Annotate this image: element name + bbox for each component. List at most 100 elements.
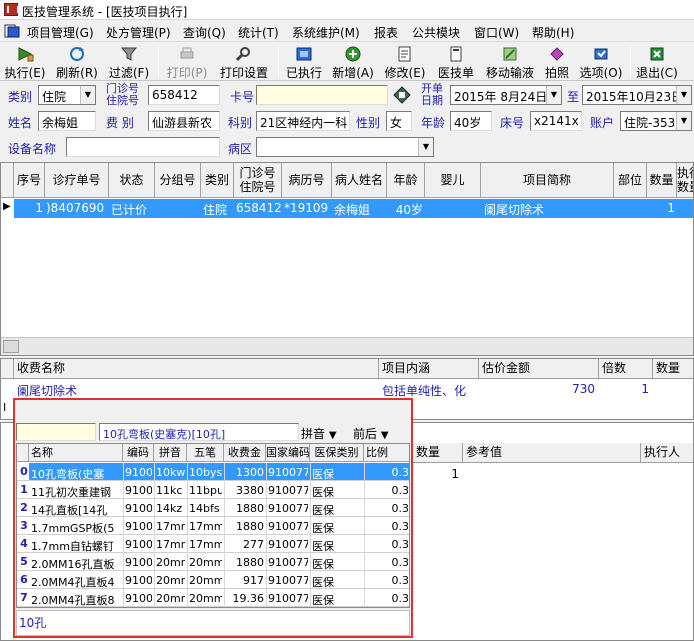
menu-help[interactable]: 帮助(H) [532,24,574,41]
popup-cell-ins[interactable]: 医保 [312,538,362,554]
column-header-multiple[interactable]: 倍数 [599,359,653,379]
popup-col-ratio[interactable]: 比例 [364,444,409,462]
column-header-group[interactable]: 分组号 [155,163,201,198]
column-header-exec-qty[interactable]: 执行 数量 [677,163,693,198]
menu-query[interactable]: 查询(Q) [183,24,226,41]
popup-cell-national[interactable]: 910077 [268,556,308,569]
column-header-age[interactable]: 年龄 [387,163,425,198]
charge-multiple-cell[interactable]: 1 [601,382,649,396]
popup-cell-name[interactable]: 2.0MM4孔直板8 [31,592,121,607]
popup-cell-ins[interactable]: 医保 [312,502,362,518]
ward-select[interactable]: ▼ [256,137,434,157]
medical-form-button[interactable]: 医技单 [434,44,478,80]
column-header-ref-value[interactable]: 参考值 [463,443,641,463]
card-number-field[interactable] [256,85,388,105]
popup-cell-pinyin[interactable]: 14kz [156,502,185,515]
popup-cell-name[interactable]: 1.7mmGSP板(5 [31,520,121,536]
exit-button[interactable]: 退出(C) [634,44,680,80]
popup-cell-wubi[interactable]: 20mm1 [189,556,222,569]
popup-cell-name[interactable]: 2.0MM4孔直板4 [31,574,121,590]
horizontal-scrollbar[interactable] [1,337,693,355]
column-header-item-content[interactable]: 项目内涵 [379,359,479,379]
popup-cell-national[interactable]: 910077 [268,466,308,479]
column-header-status[interactable]: 状态 [109,163,155,198]
bed-number-field[interactable]: x2141x [530,111,582,131]
column-header-order-no[interactable]: 诊疗单号 [45,163,109,198]
print-settings-button[interactable]: 打印设置 [216,44,272,80]
scrollbar-thumb[interactable] [3,340,19,353]
popup-cell-wubi[interactable]: 17mmt [189,538,222,551]
result-qty-cell[interactable]: 1 [415,467,459,481]
popup-cell-ratio[interactable]: 0.3 [366,466,410,479]
popup-col-pinyin[interactable]: 拼音 [154,444,187,462]
column-header-result-qty[interactable]: 数量 [413,443,463,463]
popup-cell-fee[interactable]: 917 [226,574,264,587]
popup-cell-national[interactable]: 910077 [268,520,308,533]
popup-cell-national[interactable]: 910077 [268,502,308,515]
popup-cell-code[interactable]: 9100 [125,466,152,479]
popup-cell-code[interactable]: 9100 [125,538,152,551]
popup-cell-wubi[interactable]: 20mm4 [189,574,222,587]
popup-search-input[interactable] [16,423,96,441]
popup-cell-fee[interactable]: 277 [226,538,264,551]
popup-cell-name[interactable]: 10孔弯板(史塞 [31,466,121,482]
end-date-picker[interactable]: 2015年10月23日 ▼ [582,85,692,105]
device-name-field[interactable] [66,137,220,157]
popup-cell-national[interactable]: 910077 [268,538,308,551]
popup-cell-ins[interactable]: 医保 [312,574,362,590]
fee-type-field[interactable]: 仙游县新农 [148,111,220,131]
charge-content-cell[interactable]: 包括单纯性、化 [382,382,478,399]
popup-cell-ins[interactable]: 医保 [312,520,362,536]
popup-cell-ins[interactable]: 医保 [312,556,362,572]
popup-cell-wubi[interactable]: 14bfs [189,502,222,515]
mobile-infusion-button[interactable]: 移动输液 [482,44,538,80]
charge-amount-cell[interactable]: 730 [481,382,595,396]
popup-cell-pinyin[interactable]: 11kc [156,484,185,497]
popup-col-name[interactable]: 名称 [29,444,123,462]
popup-cell-name[interactable]: 11孔初次重建钢 [31,484,121,500]
popup-cell-ratio[interactable]: 0.3 [366,556,410,569]
column-header-amount[interactable]: 估价金额 [479,359,599,379]
options-button[interactable]: 选项(O) [576,44,626,80]
card-reader-icon[interactable] [392,85,412,105]
popup-cell-name[interactable]: 1.7mm自钻螺钉 [31,538,121,554]
popup-cell-fee[interactable]: 1300 [226,466,264,479]
popup-cell-national[interactable]: 910077 [268,484,308,497]
start-date-picker[interactable]: 2015年 8月24日 ▼ [450,85,562,105]
popup-cell-ins[interactable]: 医保 [312,466,362,482]
column-header-record-no[interactable]: 病历号 [282,163,332,198]
column-header-patient-no[interactable]: 门诊号 住院号 [234,163,282,198]
popup-cell-ins[interactable]: 医保 [312,592,362,607]
column-header-patient-name[interactable]: 病人姓名 [332,163,387,198]
menu-project-management[interactable]: 项目管理(G) [27,24,94,41]
column-header-seq[interactable]: 序号 [14,163,45,198]
popup-col-national-code[interactable]: 国家编码 [266,444,310,462]
executed-button[interactable]: 已执行 [282,44,326,80]
filter-button[interactable]: 过滤(F) [106,44,152,80]
match-mode-dropdown[interactable]: 前后 ▼ [353,425,389,442]
popup-cell-code[interactable]: 9100 [125,592,152,605]
camera-button[interactable]: 拍照 [542,44,572,80]
popup-cell-pinyin[interactable]: 17mm [156,538,185,551]
popup-cell-code[interactable]: 9100 [125,520,152,533]
outpatient-number-field[interactable]: 658412 [148,85,220,105]
popup-cell-name[interactable]: 14孔直板[14孔 [31,502,121,518]
popup-cell-code[interactable]: 9100 [125,556,152,569]
popup-cell-ratio[interactable]: 0.3 [366,592,410,605]
menu-statistics[interactable]: 统计(T) [238,24,279,41]
popup-col-wubi[interactable]: 五笔 [187,444,224,462]
menu-public-module[interactable]: 公共模块 [412,24,460,41]
popup-cell-wubi[interactable]: 10bys [189,466,222,479]
popup-cell-ins[interactable]: 医保 [312,484,362,500]
popup-cell-ratio[interactable]: 0.3 [366,574,410,587]
popup-cell-national[interactable]: 910077 [268,592,308,605]
menu-reports[interactable]: 报表 [374,24,398,41]
refresh-button[interactable]: 刷新(R) [54,44,100,80]
menu-system-maintenance[interactable]: 系统维护(M) [292,24,360,41]
popup-cell-fee[interactable]: 1880 [226,556,264,569]
popup-cell-pinyin[interactable]: 20mm [156,556,185,569]
popup-cell-code[interactable]: 9100 [125,484,152,497]
popup-col-code[interactable]: 编码 [123,444,154,462]
column-header-item[interactable]: 项目简称 [481,163,614,198]
popup-cell-fee[interactable]: 3380 [226,484,264,497]
